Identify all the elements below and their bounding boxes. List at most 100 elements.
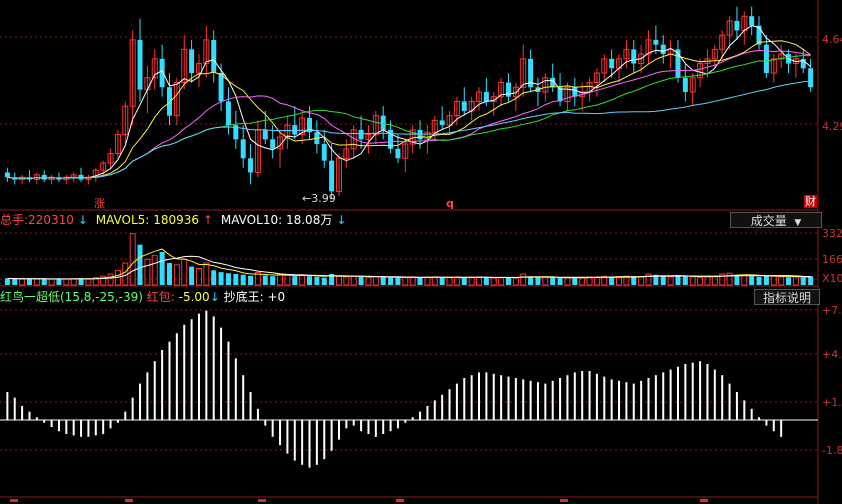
price-low-value: 3.99	[311, 192, 336, 205]
volume-bar	[697, 276, 704, 286]
osc-name: 红鸟一超低(15,8,-25,-39)	[0, 290, 143, 304]
osc-axis-label-2: +4.	[822, 348, 842, 361]
time-marker	[10, 499, 18, 502]
volume-bar	[609, 276, 615, 285]
volume-bar	[33, 278, 40, 286]
candle-body	[262, 129, 268, 140]
volume-bar	[151, 255, 158, 286]
volume-bar	[26, 278, 32, 285]
volume-axis-label-mid: 166	[822, 253, 842, 266]
moving-average-lines	[7, 25, 811, 179]
volume-bar	[446, 276, 453, 286]
candle-body	[321, 144, 327, 161]
volume-bar	[335, 275, 342, 286]
volume-bar	[704, 276, 711, 286]
candle-body	[41, 174, 47, 180]
candle-body	[749, 16, 755, 26]
chao-value: +0	[267, 290, 286, 304]
mavol10-value: 18.08万	[285, 213, 333, 227]
volume-bar	[557, 278, 563, 285]
time-marker	[396, 499, 404, 502]
candle-body	[439, 120, 445, 126]
indicator-help-button[interactable]: 指标说明	[754, 289, 820, 305]
volume-bar	[409, 276, 416, 286]
time-marker	[700, 499, 708, 502]
volume-bar	[682, 276, 688, 285]
candle-body	[609, 58, 615, 69]
volume-bar	[181, 258, 188, 286]
volume-bar	[85, 278, 92, 286]
candle-body	[380, 115, 386, 130]
time-marker	[125, 499, 133, 502]
volume-bar	[19, 278, 26, 286]
volume-bar	[468, 276, 475, 286]
volume-bar	[233, 274, 239, 285]
time-marker	[258, 499, 266, 502]
volume-bar	[808, 276, 814, 285]
volume-bar	[453, 276, 460, 286]
mavol5-value: 180936	[153, 213, 199, 227]
volume-bar	[211, 270, 217, 285]
volume-bar	[321, 277, 327, 285]
candle-body	[682, 77, 688, 92]
volume-bar	[800, 277, 806, 285]
volume-bar	[675, 275, 681, 285]
volume-bar	[262, 275, 268, 285]
volume-axis-label-top: 332	[822, 227, 842, 240]
oscillator-bars	[0, 310, 818, 468]
volume-bar	[12, 278, 18, 285]
volume-bar	[505, 277, 511, 285]
volume-bar	[372, 276, 379, 286]
volume-bar	[638, 276, 645, 286]
volume-bar	[144, 258, 151, 286]
osc-axis-label-1: +7.	[822, 304, 842, 317]
indicator-select-dropdown[interactable]: 成交量 ▼	[730, 212, 822, 228]
volume-bar	[388, 277, 394, 285]
mavol5-dir-icon: ↑	[203, 213, 214, 227]
volume-bar	[358, 276, 364, 285]
candle-body	[248, 158, 254, 173]
candle-body	[240, 139, 246, 159]
volume-bar	[166, 263, 172, 285]
oscillator-header: 红鸟一超低(15,8,-25,-39) 红包: -5.00↓ 抄底王: +0	[0, 289, 842, 305]
finance-tag[interactable]: 财	[804, 195, 817, 208]
volume-bar	[572, 277, 578, 285]
candle-body	[137, 39, 143, 90]
candle-body	[653, 39, 659, 45]
price-low-marker: ←3.99	[302, 192, 336, 205]
candle-body	[808, 68, 814, 88]
candle-body	[631, 49, 637, 64]
volume-bar	[631, 276, 637, 285]
volume-bar	[203, 262, 210, 286]
candle-body	[763, 44, 769, 74]
volume-bar	[292, 276, 298, 285]
candle-body	[660, 44, 666, 55]
up-tag: 涨	[94, 197, 105, 210]
volume-bar	[528, 276, 534, 285]
candle-body	[395, 148, 401, 159]
candle-body	[358, 129, 364, 140]
volume-header: 总手:220310 ↓ MAVOL5: 180936 ↑ MAVOL10: 18.0…	[0, 212, 842, 228]
volume-bar	[749, 276, 755, 285]
volume-bar	[63, 278, 70, 286]
red-dir-icon: ↓	[209, 290, 220, 304]
volume-bar	[741, 274, 748, 286]
volume-bar	[41, 278, 47, 285]
candle-body	[329, 160, 335, 192]
volume-bar	[616, 276, 623, 286]
volume-bar	[189, 266, 195, 285]
volume-bar	[586, 276, 593, 286]
volume-bar	[365, 276, 372, 286]
volume-bar	[56, 278, 62, 285]
candle-body	[4, 172, 10, 178]
dropdown-label: 成交量	[750, 214, 787, 228]
volume-bar	[307, 276, 313, 285]
red-value: -5.00	[178, 290, 210, 304]
candle-body	[461, 101, 467, 111]
candle-body	[734, 20, 740, 31]
candle-body	[292, 125, 298, 135]
volume-bar	[70, 278, 77, 286]
price-candles	[4, 6, 814, 199]
volume-bar	[402, 276, 409, 286]
volume-bar	[786, 277, 792, 285]
